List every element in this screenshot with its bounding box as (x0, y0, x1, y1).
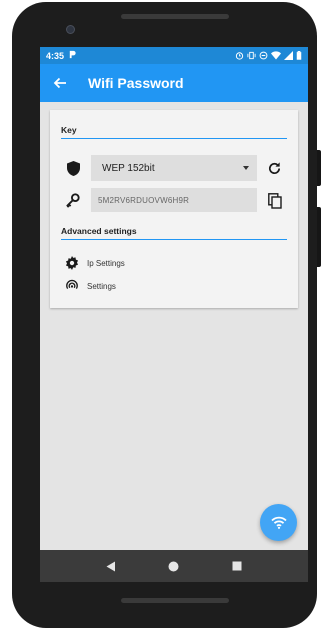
front-camera (66, 25, 75, 34)
nav-recents-icon[interactable] (232, 561, 242, 571)
encryption-type-select[interactable]: WEP 152bit (91, 155, 257, 181)
volume-button (317, 150, 321, 186)
key-icon (64, 192, 80, 208)
refresh-icon[interactable] (266, 160, 282, 176)
settings-item[interactable]: Settings (87, 282, 116, 291)
nav-back-icon[interactable] (106, 561, 116, 572)
app-bar: Wifi Password (40, 64, 308, 102)
encryption-type-value: WEP 152bit (102, 162, 155, 174)
cell-signal-icon (284, 51, 293, 60)
advanced-section-title: Advanced settings (61, 226, 137, 236)
status-bar: 4:35 (40, 47, 308, 64)
ip-settings-item[interactable]: Ip Settings (87, 259, 125, 268)
wifi-icon (270, 516, 287, 529)
page-title: Wifi Password (88, 75, 184, 91)
screen: 4:35 Wifi Password Key WEP 152bit 5M2RV6… (40, 47, 308, 582)
wifi-key-field[interactable]: 5M2RV6RDUOVW6H9R (91, 188, 257, 212)
nav-home-icon[interactable] (168, 561, 179, 572)
vibrate-icon (247, 51, 256, 60)
key-section-title: Key (61, 125, 77, 135)
system-nav-bar (40, 550, 308, 582)
status-time: 4:35 (46, 50, 65, 61)
power-button (317, 207, 321, 267)
alarm-icon (235, 52, 244, 60)
dropdown-arrow-icon (243, 166, 249, 170)
copy-icon[interactable] (267, 193, 283, 209)
settings-card: Key WEP 152bit 5M2RV6RDUOVW6H9R Advanced… (50, 110, 298, 308)
wifi-signal-icon (64, 278, 80, 294)
key-section-divider (61, 138, 287, 139)
phone-frame: 4:35 Wifi Password Key WEP 152bit 5M2RV6… (12, 2, 321, 628)
gear-icon (64, 255, 80, 271)
notification-icon (68, 50, 77, 61)
battery-icon (296, 51, 302, 60)
shield-icon (65, 160, 81, 176)
back-arrow-icon[interactable] (52, 75, 68, 91)
dnd-icon (259, 51, 268, 60)
wifi-fab-button[interactable] (260, 504, 297, 541)
wifi-status-icon (271, 51, 281, 60)
advanced-section-divider (61, 239, 287, 240)
wifi-key-value: 5M2RV6RDUOVW6H9R (98, 195, 190, 205)
speaker-grille-bottom (121, 598, 229, 603)
speaker-grille-top (121, 14, 229, 19)
